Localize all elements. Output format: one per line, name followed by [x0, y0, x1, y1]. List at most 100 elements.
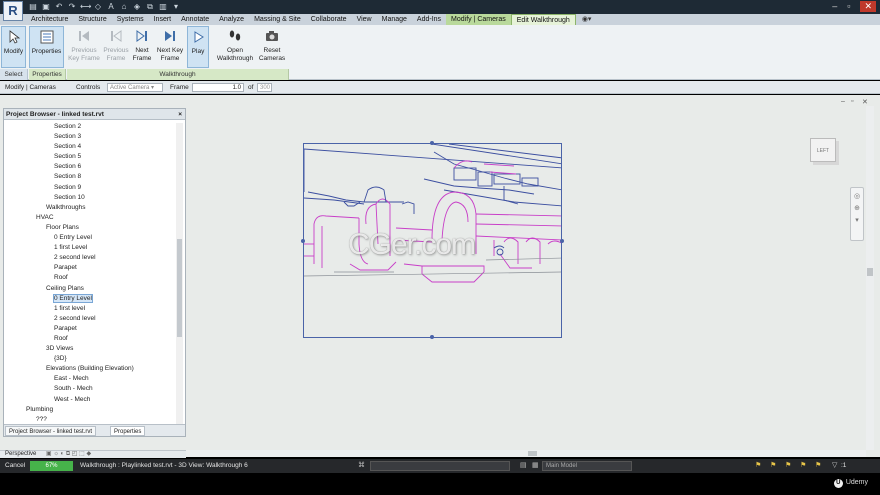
tree-item-ceiling-roof[interactable]: Roof: [4, 334, 174, 344]
modify-button[interactable]: Modify: [1, 26, 26, 68]
view-vertical-scrollbar[interactable]: [866, 106, 874, 450]
previous-key-frame-button[interactable]: Previous Key Frame: [67, 26, 101, 68]
viewcube[interactable]: LEFT: [810, 138, 836, 162]
tab-systems[interactable]: Systems: [112, 14, 149, 25]
cancel-button[interactable]: Cancel: [5, 459, 25, 473]
tag-icon[interactable]: ◇: [93, 2, 103, 11]
tree-item-plumbing[interactable]: Plumbing: [4, 405, 174, 415]
tab-add-ins[interactable]: Add-Ins: [412, 14, 446, 25]
play-button[interactable]: Play: [187, 26, 209, 68]
filter-icon[interactable]: ▦: [532, 462, 539, 470]
maximize-icon[interactable]: ▫: [847, 1, 850, 12]
select-pinned-icon[interactable]: ⚑: [785, 462, 791, 470]
select-links-icon[interactable]: ⚑: [755, 462, 761, 470]
undo-icon[interactable]: ↶: [54, 2, 64, 11]
nav-options-icon[interactable]: ▾: [851, 215, 863, 227]
save-icon[interactable]: ▣: [41, 2, 51, 11]
tree-item-floor-parapet[interactable]: Parapet: [4, 263, 174, 273]
open-walkthrough-button[interactable]: Open Walkthrough: [214, 26, 256, 68]
select-underlay-icon[interactable]: ⚑: [770, 462, 776, 470]
close-icon[interactable]: ×: [178, 109, 182, 120]
tree-item-walkthroughs[interactable]: Walkthroughs: [4, 203, 174, 213]
tree-item-ceiling-0-entry-level[interactable]: 0 Entry Level: [4, 293, 174, 304]
tab-view[interactable]: View: [352, 14, 377, 25]
tree-item-section-8[interactable]: Section 8: [4, 172, 174, 182]
design-options-icon[interactable]: ▤: [520, 462, 527, 470]
workset-icon[interactable]: ⌘: [358, 462, 365, 470]
tree-item-east-mech[interactable]: East - Mech: [4, 374, 174, 384]
tab-edit-walkthrough[interactable]: Edit Walkthrough: [510, 14, 576, 25]
tree-item-section-3[interactable]: Section 3: [4, 132, 174, 142]
previous-frame-button[interactable]: Previous Frame: [101, 26, 131, 68]
crop-handle-bottom[interactable]: [430, 335, 434, 339]
close-hidden-icon[interactable]: ⧉: [145, 2, 155, 11]
tab-properties[interactable]: Properties: [110, 426, 146, 436]
controls-select[interactable]: Active Camera ▾: [107, 83, 163, 92]
ribbon-options-icon[interactable]: ◉▾: [576, 14, 598, 25]
view-horizontal-scrollbar[interactable]: [186, 450, 866, 457]
tab-modify-cameras[interactable]: Modify | Cameras: [446, 14, 511, 25]
zoom-icon[interactable]: ⊕: [851, 203, 863, 215]
crop-handle-top[interactable]: [430, 141, 434, 145]
close-view-icon[interactable]: ✕: [862, 98, 868, 106]
tab-massing-site[interactable]: Massing & Site: [249, 14, 306, 25]
restore-view-icon[interactable]: ▫: [851, 98, 853, 105]
measure-icon[interactable]: ⟷: [80, 2, 91, 11]
vertical-scroll-thumb[interactable]: [867, 268, 873, 276]
tree-item-section-2[interactable]: Section 2: [4, 122, 174, 132]
dropdown-icon[interactable]: ▾: [171, 2, 181, 11]
revit-logo[interactable]: R: [3, 1, 23, 21]
visual-style-icon[interactable]: ▣ ☼ ◐ ⧉ ◰ ⬚ ◆: [46, 451, 91, 457]
tree-item-hvac[interactable]: HVAC: [4, 213, 174, 223]
tree-item-floor-plans[interactable]: Floor Plans: [4, 223, 174, 233]
steering-wheel-icon[interactable]: ◎: [851, 191, 863, 203]
select-by-face-icon[interactable]: ⚑: [800, 462, 806, 470]
tab-architecture[interactable]: Architecture: [26, 14, 73, 25]
next-key-frame-button[interactable]: Next Key Frame: [154, 26, 186, 68]
reset-cameras-button[interactable]: Reset Cameras: [257, 26, 287, 68]
tree-item-3d[interactable]: {3D}: [4, 354, 174, 364]
crop-handle-right[interactable]: [560, 239, 564, 243]
workset-field[interactable]: [370, 461, 510, 471]
design-option-select[interactable]: Main Model: [542, 461, 632, 471]
minimize-view-icon[interactable]: –: [841, 98, 845, 105]
filter-select-icon[interactable]: ▽: [832, 462, 837, 470]
scrollbar-thumb[interactable]: [177, 239, 182, 337]
horizontal-scroll-thumb[interactable]: [528, 451, 537, 456]
text-icon[interactable]: A: [106, 2, 116, 11]
tree-item-floor-roof[interactable]: Roof: [4, 273, 174, 283]
tree-item-ceiling-plans[interactable]: Ceiling Plans: [4, 284, 174, 294]
tree-item-south-mech[interactable]: South - Mech: [4, 384, 174, 394]
tree-item-elevations[interactable]: Elevations (Building Elevation): [4, 364, 174, 374]
tree-item-floor-2-second-level[interactable]: 2 second level: [4, 253, 174, 263]
tree-item-ceiling-parapet[interactable]: Parapet: [4, 324, 174, 334]
drag-elements-icon[interactable]: ⚑: [815, 462, 821, 470]
section-icon[interactable]: ◈: [132, 2, 142, 11]
close-window-icon[interactable]: ✕: [860, 1, 876, 12]
tree-item-section-4[interactable]: Section 4: [4, 142, 174, 152]
tree-item-unknown[interactable]: ???: [4, 415, 174, 423]
panel-select[interactable]: Select: [0, 69, 28, 80]
tree-item-section-5[interactable]: Section 5: [4, 152, 174, 162]
tab-project-browser[interactable]: Project Browser - linked test.rvt: [5, 426, 97, 436]
tab-collaborate[interactable]: Collaborate: [306, 14, 352, 25]
properties-button[interactable]: Properties: [29, 26, 64, 68]
tree-item-section-9[interactable]: Section 9: [4, 183, 174, 193]
tree-item-ceiling-1-first-level[interactable]: 1 first level: [4, 304, 174, 314]
project-browser-scrollbar[interactable]: [176, 123, 183, 425]
minimize-icon[interactable]: –: [832, 1, 837, 12]
tab-insert[interactable]: Insert: [149, 14, 177, 25]
tab-manage[interactable]: Manage: [377, 14, 412, 25]
next-frame-button[interactable]: Next Frame: [130, 26, 154, 68]
tree-item-section-10[interactable]: Section 10: [4, 193, 174, 203]
tab-annotate[interactable]: Annotate: [176, 14, 214, 25]
tree-item-floor-1-first-level[interactable]: 1 first Level: [4, 243, 174, 253]
tree-item-floor-0-entry-level[interactable]: 0 Entry Level: [4, 233, 174, 243]
tree-item-west-mech[interactable]: West - Mech: [4, 395, 174, 405]
3d-view-icon[interactable]: ⌂: [119, 2, 129, 11]
tab-analyze[interactable]: Analyze: [214, 14, 249, 25]
crop-handle-left[interactable]: [301, 239, 305, 243]
tree-item-section-6[interactable]: Section 6: [4, 162, 174, 172]
frame-input[interactable]: 1.0: [192, 83, 244, 92]
redo-icon[interactable]: ↷: [67, 2, 77, 11]
